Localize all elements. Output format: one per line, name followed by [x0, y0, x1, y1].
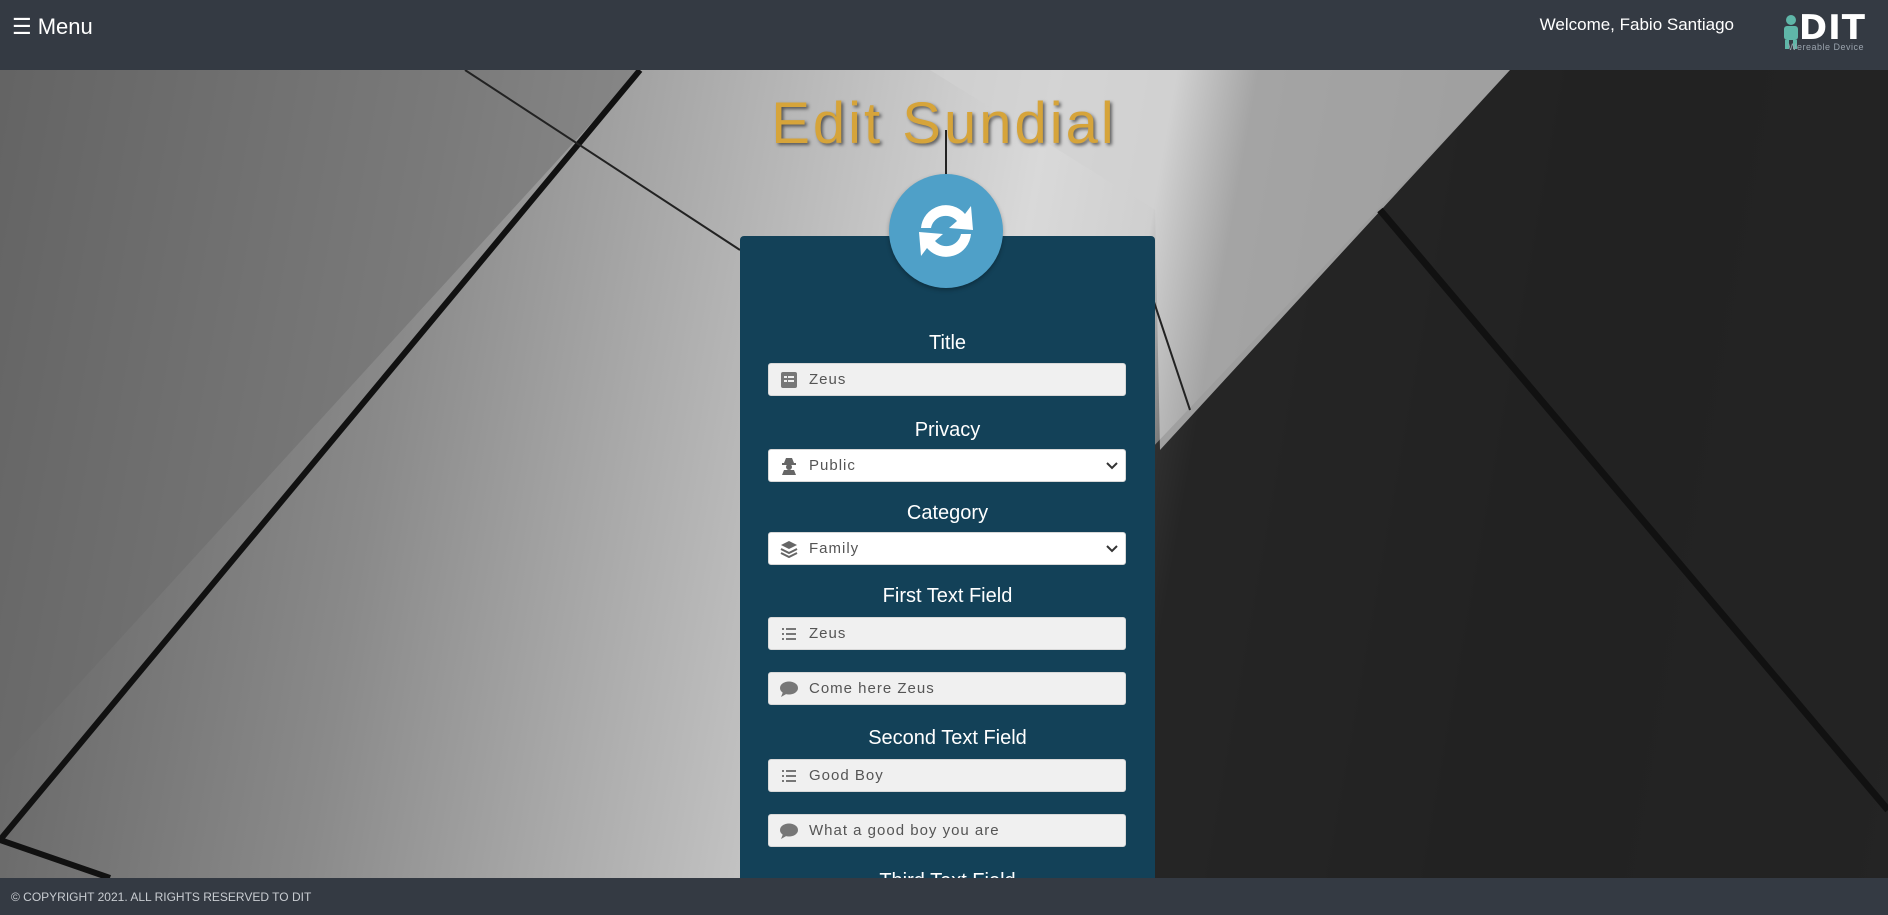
privacy-select[interactable]: Public: [768, 449, 1126, 482]
menu-label: Menu: [37, 14, 93, 39]
category-select[interactable]: Family: [768, 532, 1126, 565]
second-text-title-input[interactable]: Good Boy: [768, 759, 1126, 792]
category-select-value: Family: [809, 540, 860, 557]
second-text-field-label: Second Text Field: [868, 727, 1027, 749]
top-navbar: ☰ Menu Welcome, Fabio Santiago DIT Werea…: [0, 0, 1888, 70]
privacy-select-value: Public: [809, 457, 856, 474]
logo-subtext: Wereable Device: [1788, 42, 1864, 52]
dit-logo[interactable]: DIT Wereable Device: [1780, 8, 1866, 52]
list-icon: [769, 769, 809, 782]
title-label: Title: [928, 332, 967, 354]
list-icon: [769, 627, 809, 640]
first-text-title-value: Zeus: [809, 625, 847, 642]
chevron-down-icon: [1099, 461, 1125, 470]
first-text-field-label: First Text Field: [882, 585, 1013, 607]
sync-icon: [889, 174, 1003, 288]
title-input[interactable]: Zeus: [768, 363, 1126, 396]
first-text-message-value: Come here Zeus: [809, 680, 935, 697]
id-card-icon: [769, 371, 809, 388]
second-text-title-value: Good Boy: [809, 767, 884, 784]
hamburger-icon: ☰: [12, 14, 32, 39]
menu-button[interactable]: ☰ Menu: [12, 14, 93, 40]
page-title: Edit Sundial: [771, 91, 1117, 156]
second-text-message-input[interactable]: What a good boy you are: [768, 814, 1126, 847]
second-text-message-value: What a good boy you are: [809, 822, 1000, 839]
title-input-value: Zeus: [809, 371, 847, 388]
user-secret-icon: [769, 457, 809, 475]
copyright-text: © COPYRIGHT 2021. ALL RIGHTS RESERVED TO…: [11, 889, 312, 904]
comment-icon: [769, 681, 809, 697]
welcome-text: Welcome, Fabio Santiago: [1539, 15, 1734, 34]
footer: © COPYRIGHT 2021. ALL RIGHTS RESERVED TO…: [0, 878, 1888, 915]
comment-icon: [769, 823, 809, 839]
chevron-down-icon: [1099, 544, 1125, 553]
first-text-title-input[interactable]: Zeus: [768, 617, 1126, 650]
layers-icon: [769, 540, 809, 558]
first-text-message-input[interactable]: Come here Zeus: [768, 672, 1126, 705]
category-label: Category: [906, 502, 989, 524]
privacy-label: Privacy: [914, 419, 981, 441]
